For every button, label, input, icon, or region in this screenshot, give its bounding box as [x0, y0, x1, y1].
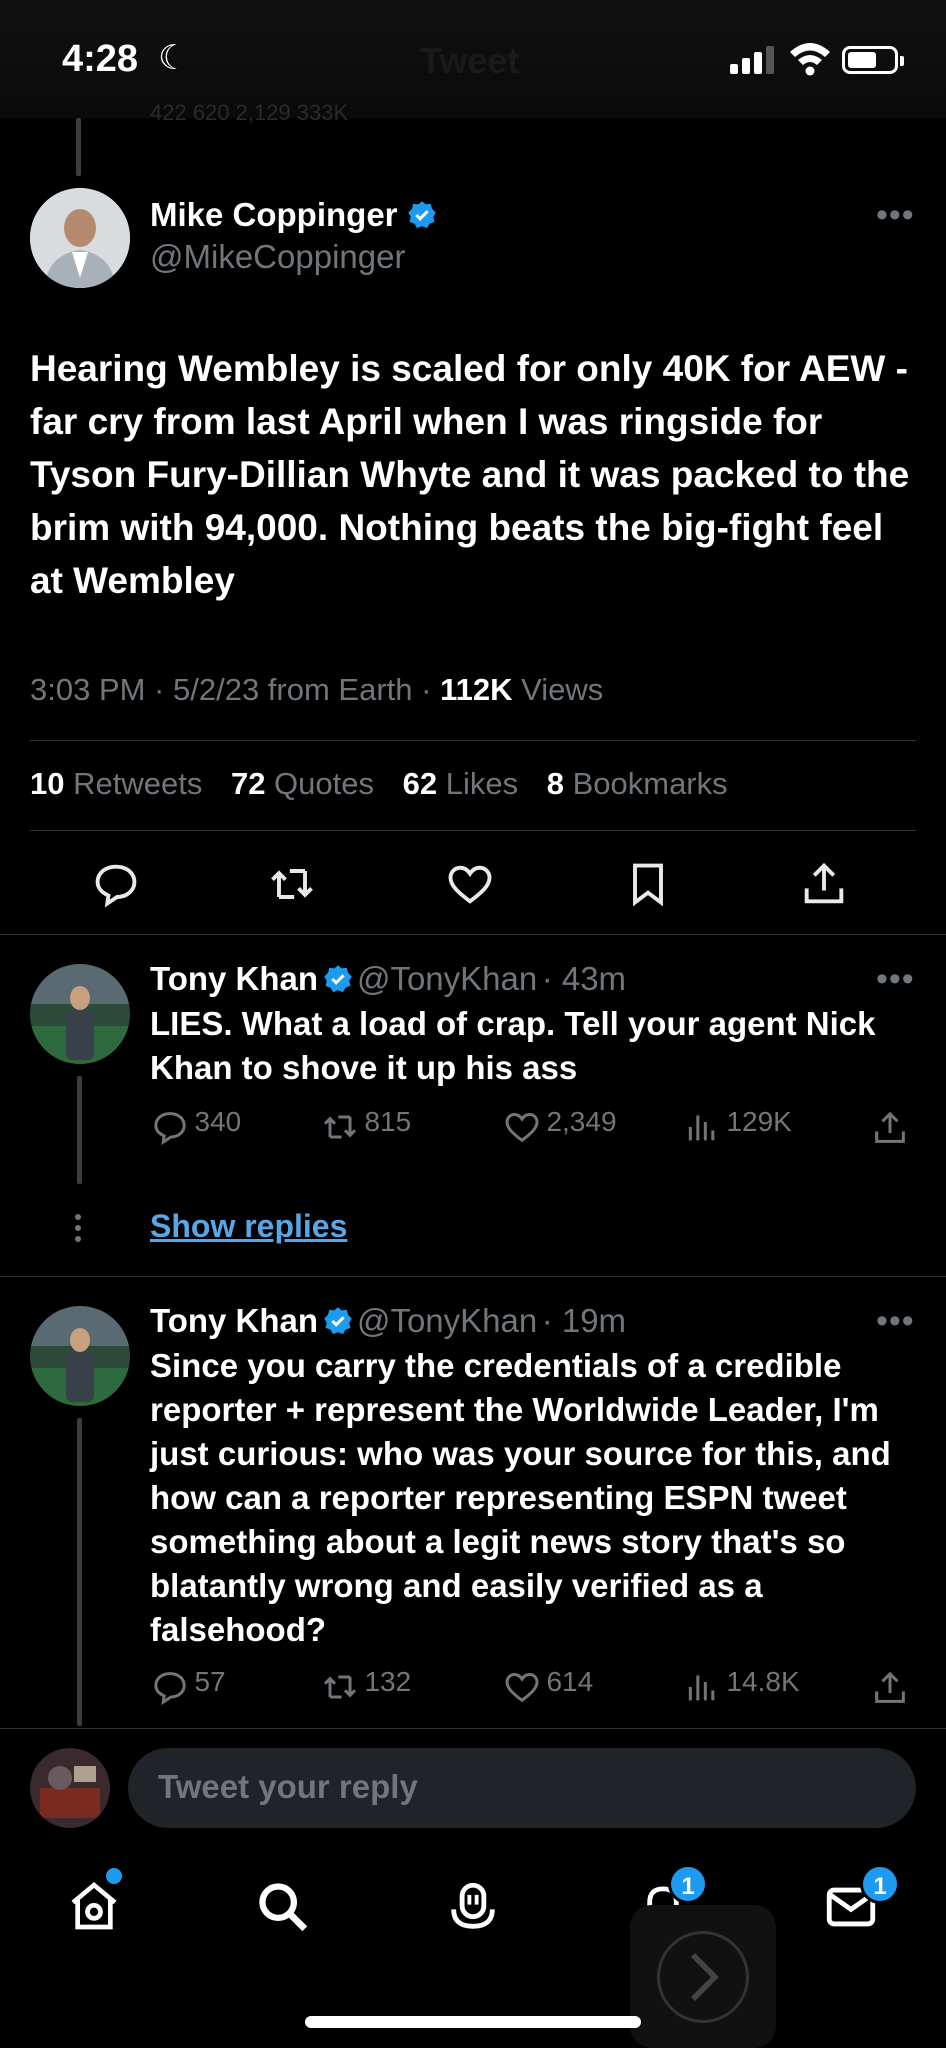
verified-icon — [323, 1307, 352, 1335]
views-icon — [688, 1115, 715, 1141]
like-count-button[interactable]: 2,349 — [502, 1106, 617, 1147]
reply-icon — [154, 1671, 186, 1705]
reply-time: · 19m — [541, 1302, 627, 1339]
bookmark-icon[interactable] — [622, 858, 674, 910]
reply-header: Tony Khan @TonyKhan · 19m — [150, 1302, 626, 1340]
home-unread-dot — [106, 1868, 122, 1884]
like-count-button[interactable]: 614 — [502, 1666, 593, 1707]
my-avatar[interactable] — [30, 1748, 110, 1828]
more-options-icon[interactable]: ••• — [876, 960, 915, 999]
reply-icon — [154, 1111, 186, 1145]
divider — [0, 1728, 946, 1729]
views-count-button[interactable]: 14.8K — [682, 1666, 800, 1707]
divider — [0, 934, 946, 935]
retweets-stat[interactable]: 10 Retweets — [30, 766, 202, 801]
more-options-icon[interactable]: ••• — [876, 196, 915, 235]
views-label: Views — [512, 672, 604, 707]
reply-input-placeholder: Tweet your reply — [158, 1768, 418, 1805]
previous-tweet-actions: 422 620 2,129 333K — [150, 100, 349, 125]
search-icon[interactable] — [254, 1878, 312, 1936]
likes-stat[interactable]: 62 Likes — [403, 766, 518, 801]
like-icon — [505, 1672, 539, 1702]
retweet-count-button[interactable]: 815 — [320, 1106, 411, 1147]
show-replies-link[interactable]: Show replies — [150, 1208, 347, 1245]
reply-icon[interactable] — [90, 858, 142, 910]
thread-dots — [74, 1214, 82, 1242]
avatar-tony-khan[interactable] — [30, 1306, 130, 1406]
moon-icon: ☾ — [158, 39, 189, 77]
notifications-badge: 1 — [668, 1864, 708, 1904]
tweet-timestamp: 3:03 PM · 5/2/23 from Earth · — [30, 672, 441, 707]
signal-icon — [730, 44, 774, 74]
views-icon — [688, 1675, 715, 1701]
reply-text: LIES. What a load of crap. Tell your age… — [150, 1005, 876, 1086]
home-indicator[interactable] — [305, 2016, 641, 2028]
author-handle[interactable]: @TonyKhan — [357, 1302, 537, 1339]
reply-count-button[interactable]: 57 — [150, 1666, 226, 1707]
reply-count-button[interactable]: 340 — [150, 1106, 241, 1147]
divider — [30, 740, 916, 741]
like-icon — [505, 1112, 539, 1142]
avatar-tony-khan[interactable] — [30, 964, 130, 1064]
views-count-button[interactable]: 129K — [682, 1106, 792, 1147]
header-title: Tweet — [420, 40, 520, 81]
verified-icon — [407, 201, 436, 229]
home-icon[interactable] — [66, 1878, 122, 1934]
retweet-icon[interactable] — [266, 858, 318, 910]
thread-line — [77, 1076, 82, 1184]
author-name[interactable]: Mike Coppinger — [150, 196, 437, 234]
tweet-meta: 3:03 PM · 5/2/23 from Earth · 112K Views — [30, 672, 603, 708]
quotes-stat[interactable]: 72 Quotes — [231, 766, 374, 801]
share-icon[interactable] — [870, 1668, 910, 1708]
thread-line — [76, 118, 81, 176]
reply-header: Tony Khan @TonyKhan · 43m — [150, 960, 626, 998]
status-time: 4:28 — [62, 38, 139, 80]
engagement-stats: 10 Retweets 72 Quotes 62 Likes 8 Bookmar… — [30, 766, 728, 802]
reply-input[interactable]: Tweet your reply — [128, 1748, 916, 1828]
author-handle[interactable]: @TonyKhan — [357, 960, 537, 997]
reply-actions: 57 132 614 14.8K — [150, 1666, 920, 1710]
author-name[interactable]: Tony Khan — [150, 960, 318, 997]
verified-icon — [323, 965, 352, 993]
tweet-text: Hearing Wembley is scaled for only 40K f… — [30, 348, 910, 601]
spaces-icon[interactable] — [444, 1878, 502, 1936]
battery-icon — [842, 46, 904, 74]
reply-time: · 43m — [541, 960, 627, 997]
author-name[interactable]: Tony Khan — [150, 1302, 318, 1339]
reply-actions: 340 815 2,349 129K — [150, 1106, 920, 1150]
retweet-icon — [323, 1115, 357, 1139]
wifi-icon — [790, 43, 830, 76]
chevron-right-icon — [691, 1953, 719, 2001]
assistive-touch[interactable] — [630, 1905, 776, 2048]
avatar-mike[interactable] — [30, 188, 130, 288]
share-icon[interactable] — [798, 858, 850, 910]
share-icon[interactable] — [870, 1108, 910, 1148]
bookmarks-stat[interactable]: 8 Bookmarks — [547, 766, 728, 801]
divider — [30, 830, 916, 831]
thread-line — [77, 1418, 82, 1726]
retweet-icon — [323, 1675, 357, 1699]
author-handle[interactable]: @MikeCoppinger — [150, 238, 405, 276]
views-count: 112K — [440, 672, 513, 707]
reply-text: Since you carry the credentials of a cre… — [150, 1347, 891, 1648]
retweet-count-button[interactable]: 132 — [320, 1666, 411, 1707]
more-options-icon[interactable]: ••• — [876, 1302, 915, 1341]
like-icon[interactable] — [444, 858, 496, 910]
messages-badge: 1 — [860, 1864, 900, 1904]
divider — [0, 1276, 946, 1277]
